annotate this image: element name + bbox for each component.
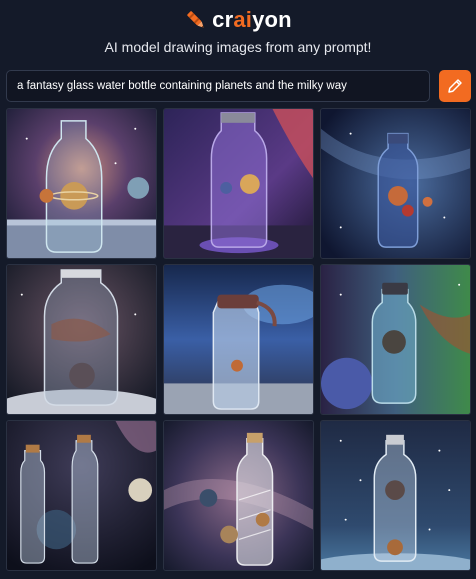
bottle-planets-image: [7, 421, 156, 570]
bottle-planets-image: [7, 109, 156, 258]
result-image-4[interactable]: [6, 264, 157, 415]
pencil-icon: [448, 79, 462, 93]
bottle-planets-image: [7, 265, 156, 414]
bottle-planets-image: [164, 421, 313, 570]
prompt-row: [6, 70, 471, 102]
bottle-planets-image: [321, 109, 470, 258]
result-image-9[interactable]: [320, 420, 471, 571]
bottle-planets-image: [164, 109, 313, 258]
result-image-6[interactable]: [320, 264, 471, 415]
result-image-8[interactable]: [163, 420, 314, 571]
brand-text-cr: cr: [212, 7, 234, 32]
results-grid: [6, 108, 471, 571]
brand-text-ai: ai: [233, 7, 253, 32]
result-image-3[interactable]: [320, 108, 471, 259]
header: craiyon: [0, 0, 476, 40]
tagline: AI model drawing images from any prompt!: [104, 39, 372, 55]
brand-logo[interactable]: craiyon: [212, 7, 292, 33]
bottle-planets-image: [321, 421, 470, 570]
bottle-planets-image: [321, 265, 470, 414]
brand-text-yon: yon: [252, 7, 292, 32]
result-image-2[interactable]: [163, 108, 314, 259]
draw-button[interactable]: [439, 70, 471, 102]
crayon-icon: [187, 11, 204, 28]
result-image-5[interactable]: [163, 264, 314, 415]
bottle-planets-image: [164, 265, 313, 414]
result-image-7[interactable]: [6, 420, 157, 571]
result-image-1[interactable]: [6, 108, 157, 259]
prompt-input[interactable]: [6, 70, 430, 102]
